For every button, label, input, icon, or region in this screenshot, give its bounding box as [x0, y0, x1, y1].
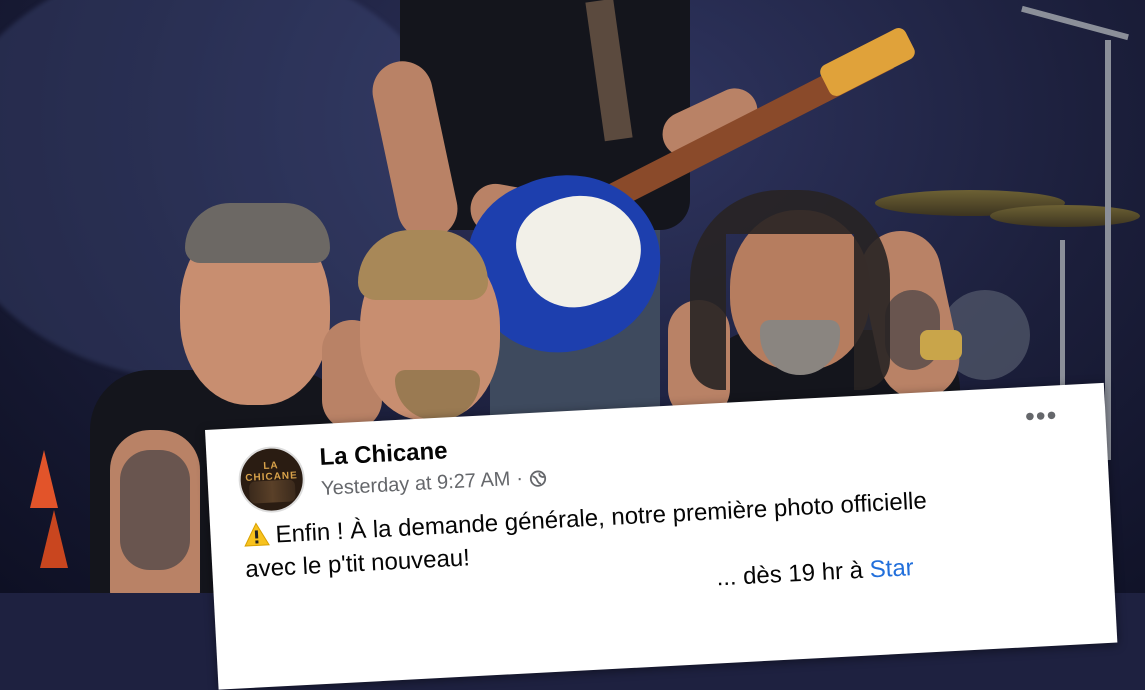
meta-separator: ·: [515, 467, 524, 490]
page-name-link[interactable]: La Chicane: [319, 437, 448, 472]
guitar-headstock: [817, 25, 918, 99]
cymbal: [990, 205, 1140, 227]
post-meta: Yesterday at 9:27 AM ·: [321, 466, 548, 501]
mic-stand: [1105, 40, 1111, 460]
mic-boom: [1021, 5, 1129, 41]
left-man-hair: [185, 203, 330, 263]
post-timestamp[interactable]: Yesterday at 9:27 AM: [321, 468, 511, 501]
warning-icon: [243, 519, 271, 553]
wristwatch: [920, 330, 962, 360]
traffic-cone: [40, 510, 68, 568]
arm-tattoo: [120, 450, 190, 570]
traffic-cone: [30, 450, 58, 508]
post-text-link[interactable]: Star: [869, 554, 914, 583]
globe-icon: [529, 470, 547, 487]
page-avatar[interactable]: LA CHICANE: [237, 444, 307, 515]
more-options-icon[interactable]: •••: [1024, 399, 1058, 432]
post-text-line3-partial: ... dès 19 hr à: [715, 556, 864, 592]
avatar-band-image: [248, 479, 296, 504]
facebook-post-card: LA CHICANE La Chicane Yesterday at 9:27 …: [205, 382, 1118, 690]
